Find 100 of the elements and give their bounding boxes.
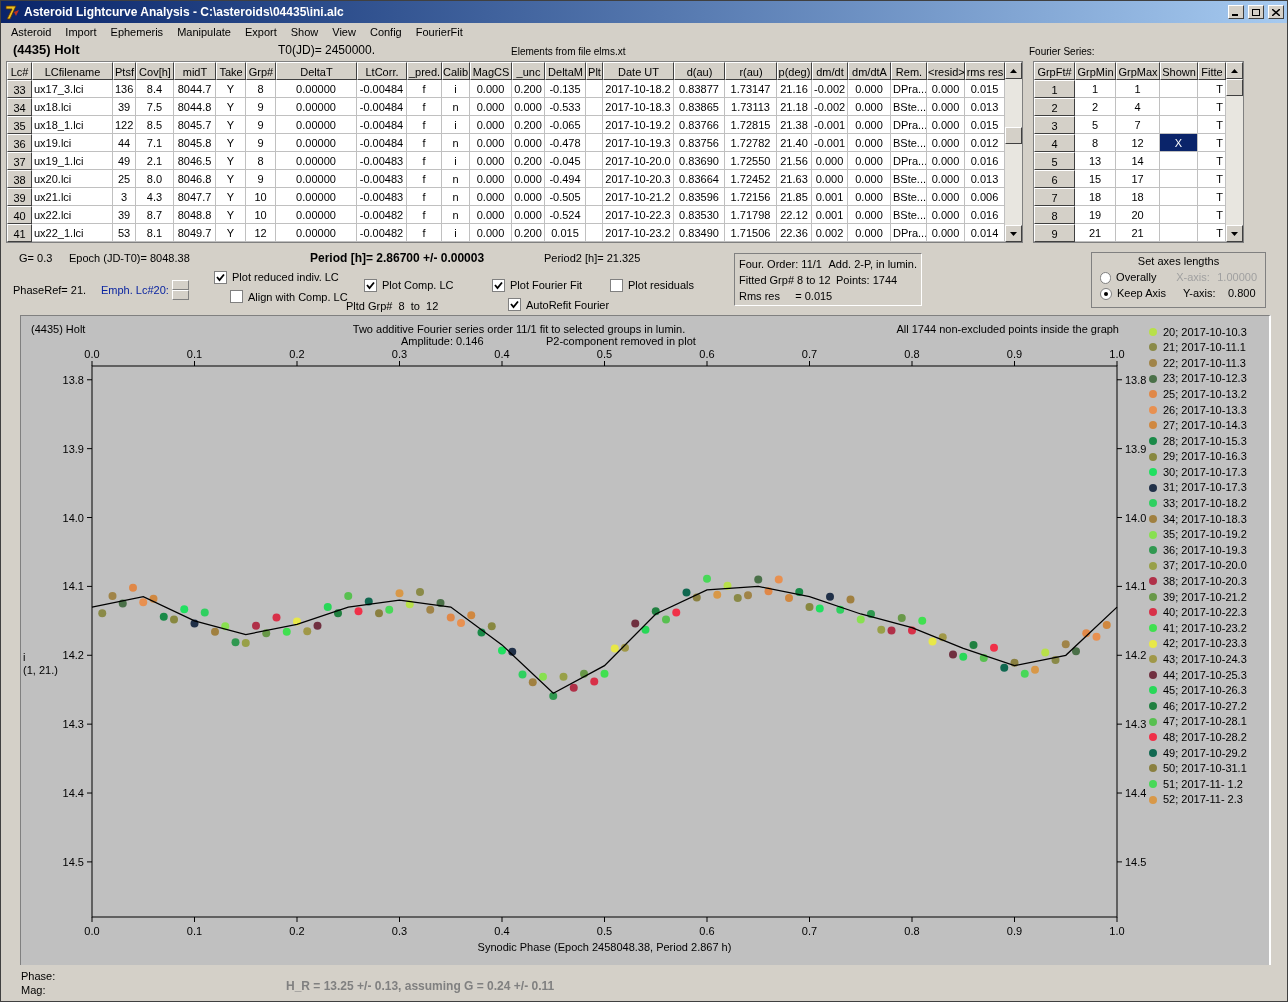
scroll-down-icon[interactable]	[1226, 225, 1243, 242]
column-header[interactable]: Ptsf	[113, 62, 136, 80]
spinner[interactable]	[171, 280, 189, 300]
checkbox[interactable]	[364, 278, 377, 292]
x-tick-label: 0.3	[391, 925, 408, 937]
scrollbar[interactable]	[1226, 62, 1243, 242]
row-header[interactable]: 2	[1034, 98, 1075, 116]
scroll-thumb[interactable]	[1005, 127, 1022, 144]
column-header[interactable]: Lc#	[7, 62, 32, 80]
row-header[interactable]: 9	[1034, 224, 1075, 242]
column-header[interactable]: DeltaM	[545, 62, 586, 80]
menu-item[interactable]: Export	[244, 23, 277, 41]
checkbox[interactable]	[508, 298, 521, 312]
menu-item[interactable]: Import	[65, 23, 97, 41]
table-cell: 10	[246, 188, 276, 206]
table-cell: 9	[246, 170, 276, 188]
shown-cell[interactable]	[1160, 224, 1198, 242]
row-header[interactable]: 37	[7, 152, 32, 170]
scroll-up-icon[interactable]	[1226, 62, 1243, 79]
table-cell: 7.5	[136, 98, 174, 116]
column-header[interactable]: r(au)	[725, 62, 777, 80]
column-header[interactable]: Fitte	[1198, 62, 1226, 80]
column-header[interactable]: _unc	[512, 62, 545, 80]
shown-cell[interactable]	[1160, 188, 1198, 206]
x-tick-label: 0.6	[699, 925, 715, 937]
column-header[interactable]: Grp#	[246, 62, 276, 80]
checkbox[interactable]	[214, 270, 227, 284]
data-point	[631, 619, 640, 628]
table-cell: BSte...	[891, 98, 927, 116]
row-header[interactable]: 8	[1034, 206, 1075, 224]
checkbox[interactable]	[230, 290, 243, 304]
column-header[interactable]: LCfilename	[32, 62, 113, 80]
menu-item[interactable]: Config	[369, 23, 402, 41]
column-header[interactable]: midT	[174, 62, 216, 80]
column-header[interactable]: GrpMin	[1075, 62, 1116, 80]
row-header[interactable]: 7	[1034, 188, 1075, 206]
row-header[interactable]: 39	[7, 188, 32, 206]
table-cell: 17	[1116, 170, 1160, 188]
table-cell: ux18.lci	[32, 98, 113, 116]
menu-item[interactable]: Ephemeris	[110, 23, 164, 41]
column-header[interactable]: LtCorr.	[357, 62, 407, 80]
shown-cell[interactable]	[1160, 80, 1198, 98]
row-header[interactable]: 5	[1034, 152, 1075, 170]
row-header[interactable]: 38	[7, 170, 32, 188]
data-point	[539, 672, 547, 681]
column-header[interactable]: DeltaT	[276, 62, 357, 80]
menu-item[interactable]: Manipulate	[177, 23, 231, 41]
column-header[interactable]: _pred.	[407, 62, 442, 80]
row-header[interactable]: 41	[7, 224, 32, 242]
row-header[interactable]: 6	[1034, 170, 1075, 188]
row-header[interactable]: 3	[1034, 116, 1075, 134]
table-cell: 0.002	[812, 224, 848, 242]
column-header[interactable]: GrpFt#	[1034, 62, 1075, 80]
radio-button[interactable]	[1100, 287, 1112, 300]
scroll-up-icon[interactable]	[1005, 62, 1022, 79]
shown-cell[interactable]	[1160, 98, 1198, 116]
shown-cell[interactable]	[1160, 206, 1198, 224]
row-header[interactable]: 35	[7, 116, 32, 134]
column-header[interactable]: GrpMax	[1116, 62, 1160, 80]
column-header[interactable]: Cov[h]	[136, 62, 174, 80]
row-header[interactable]: 40	[7, 206, 32, 224]
column-header[interactable]: d(au)	[674, 62, 725, 80]
column-header[interactable]: dm/dt	[812, 62, 848, 80]
legend-label: 38; 2017-10-20.3	[1163, 574, 1247, 590]
row-header[interactable]: 1	[1034, 80, 1075, 98]
column-header[interactable]: <resid>	[927, 62, 965, 80]
row-header[interactable]: 34	[7, 98, 32, 116]
minimize-icon[interactable]	[1228, 5, 1244, 19]
menu-item[interactable]: Asteroid	[11, 23, 52, 41]
column-header[interactable]: Take	[216, 62, 246, 80]
data-point	[282, 627, 291, 636]
column-header[interactable]: rms res	[965, 62, 1005, 80]
menu-item[interactable]: FourierFit	[415, 23, 463, 41]
column-header[interactable]: Rem.	[891, 62, 927, 80]
table-cell: 0.00000	[276, 188, 357, 206]
row-header[interactable]: 33	[7, 80, 32, 98]
column-header[interactable]: p(deg)	[777, 62, 812, 80]
close-icon[interactable]	[1268, 5, 1284, 19]
shown-cell[interactable]	[1160, 170, 1198, 188]
table-cell: 0.000	[512, 206, 545, 224]
column-header[interactable]: dm/dtA	[848, 62, 891, 80]
legend-label: 41; 2017-10-23.2	[1163, 620, 1247, 636]
scroll-down-icon[interactable]	[1005, 225, 1022, 242]
data-point	[1102, 620, 1111, 629]
table-cell: ux22_1.lci	[32, 224, 113, 242]
column-header[interactable]: MagCS	[470, 62, 512, 80]
column-header[interactable]: Plt	[586, 62, 603, 80]
column-header[interactable]: Shown	[1160, 62, 1198, 80]
checkbox[interactable]	[492, 278, 505, 292]
column-header[interactable]: Date UT	[603, 62, 674, 80]
checkbox[interactable]	[610, 278, 623, 292]
menu-item[interactable]: View	[332, 23, 356, 41]
row-header[interactable]: 36	[7, 134, 32, 152]
scroll-thumb[interactable]	[1226, 79, 1243, 96]
menu-item[interactable]: Show	[290, 23, 319, 41]
maximize-icon[interactable]	[1248, 5, 1264, 19]
scrollbar[interactable]	[1005, 62, 1022, 242]
shown-cell[interactable]	[1160, 152, 1198, 170]
row-header[interactable]: 4	[1034, 134, 1075, 152]
shown-cell[interactable]: X	[1160, 134, 1198, 152]
